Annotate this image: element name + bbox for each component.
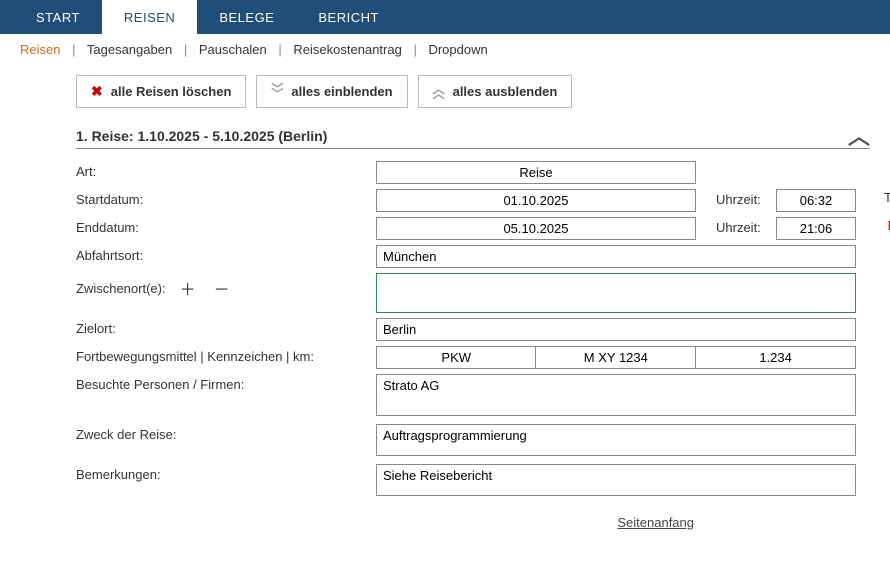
label-zwischenorte: Zwischenort(e): ＋ － (76, 273, 376, 300)
trip-header: 1. Reise: 1.10.2025 - 5.10.2025 (Berlin)… (76, 128, 870, 149)
collapse-all-button[interactable]: ︿︿ alles ausblenden (418, 75, 573, 108)
collapse-all-label: alles ausblenden (453, 84, 558, 99)
input-fortbewegungsmittel[interactable] (376, 346, 536, 369)
separator: | (278, 42, 281, 57)
footer-top-link[interactable]: Seitenanfang (0, 509, 890, 540)
input-start-uhrzeit[interactable] (776, 189, 856, 212)
label-bemerkungen: Bemerkungen: (76, 464, 376, 482)
separator: | (184, 42, 187, 57)
label-zielort: Zielort: (76, 318, 376, 336)
label-besuchte: Besuchte Personen / Firmen: (76, 374, 376, 392)
input-zielort[interactable] (376, 318, 856, 341)
link-tagesangaben-label: Tagesangaben (884, 190, 890, 205)
chevron-up-icon: ︿ (848, 124, 870, 149)
label-abfahrtsort: Abfahrtsort: (76, 245, 376, 263)
tab-bericht[interactable]: BERICHT (296, 0, 401, 34)
label-end-uhrzeit: Uhrzeit: (696, 217, 776, 235)
label-fortbewegung: Fortbewegungsmittel | Kennzeichen | km: (76, 346, 376, 364)
input-end-uhrzeit[interactable] (776, 217, 856, 240)
link-delete-trip[interactable]: Reise löschen ✖ (884, 217, 890, 233)
input-startdatum[interactable] (376, 189, 696, 212)
separator: | (72, 42, 75, 57)
x-icon: ✖ (91, 83, 103, 100)
label-zwischenorte-text: Zwischenort(e): (76, 281, 166, 296)
trip-title: 1. Reise: 1.10.2025 - 5.10.2025 (Berlin) (76, 128, 327, 144)
subnav-dropdown[interactable]: Dropdown (428, 42, 487, 57)
subnav-reisekostenantrag[interactable]: Reisekostenantrag (293, 42, 401, 57)
tab-belege[interactable]: BELEGE (197, 0, 296, 34)
input-kennzeichen[interactable] (536, 346, 696, 369)
tab-start[interactable]: START (14, 0, 102, 34)
input-zwischenorte-wrap (376, 273, 856, 313)
input-bemerkungen[interactable] (376, 464, 856, 496)
input-km[interactable] (696, 346, 856, 369)
tab-reisen[interactable]: REISEN (102, 0, 197, 34)
input-enddatum[interactable] (376, 217, 696, 240)
label-start-uhrzeit: Uhrzeit: (696, 189, 776, 207)
input-zweck[interactable] (376, 424, 856, 456)
chevrons-down-icon: ﹀﹀ (271, 87, 283, 97)
delete-all-button[interactable]: ✖ alle Reisen löschen (76, 75, 246, 108)
subnav-pauschalen[interactable]: Pauschalen (199, 42, 267, 57)
input-abfahrtsort[interactable] (376, 245, 856, 268)
label-zweck: Zweck der Reise: (76, 424, 376, 442)
actions-row: ✖ alle Reisen löschen ﹀﹀ alles einblende… (0, 65, 890, 118)
input-besuchte[interactable] (376, 374, 856, 416)
input-zwischenorte[interactable] (379, 276, 853, 310)
delete-all-label: alle Reisen löschen (111, 84, 232, 99)
subnav-tagesangaben[interactable]: Tagesangaben (87, 42, 172, 57)
subnav-reisen[interactable]: Reisen (20, 42, 60, 57)
trip-form: Art: Startdatum: Uhrzeit: Tagesangaben ➔… (0, 149, 890, 509)
sub-nav: Reisen | Tagesangaben | Pauschalen | Rei… (0, 34, 890, 65)
input-art[interactable] (376, 161, 696, 184)
label-art: Art: (76, 161, 376, 179)
label-enddatum: Enddatum: (76, 217, 376, 235)
link-tagesangaben[interactable]: Tagesangaben ➔ (884, 189, 890, 205)
collapse-trip-button[interactable]: ︿ (848, 131, 870, 142)
expand-all-button[interactable]: ﹀﹀ alles einblenden (256, 75, 407, 108)
top-nav: START REISEN BELEGE BERICHT (0, 0, 890, 34)
remove-zwischenort-button[interactable]: － (210, 276, 234, 300)
fortbewegung-row (376, 346, 856, 369)
separator: | (413, 42, 416, 57)
chevrons-up-icon: ︿︿ (433, 87, 445, 97)
label-startdatum: Startdatum: (76, 189, 376, 207)
add-zwischenort-button[interactable]: ＋ (176, 276, 200, 300)
expand-all-label: alles einblenden (291, 84, 392, 99)
